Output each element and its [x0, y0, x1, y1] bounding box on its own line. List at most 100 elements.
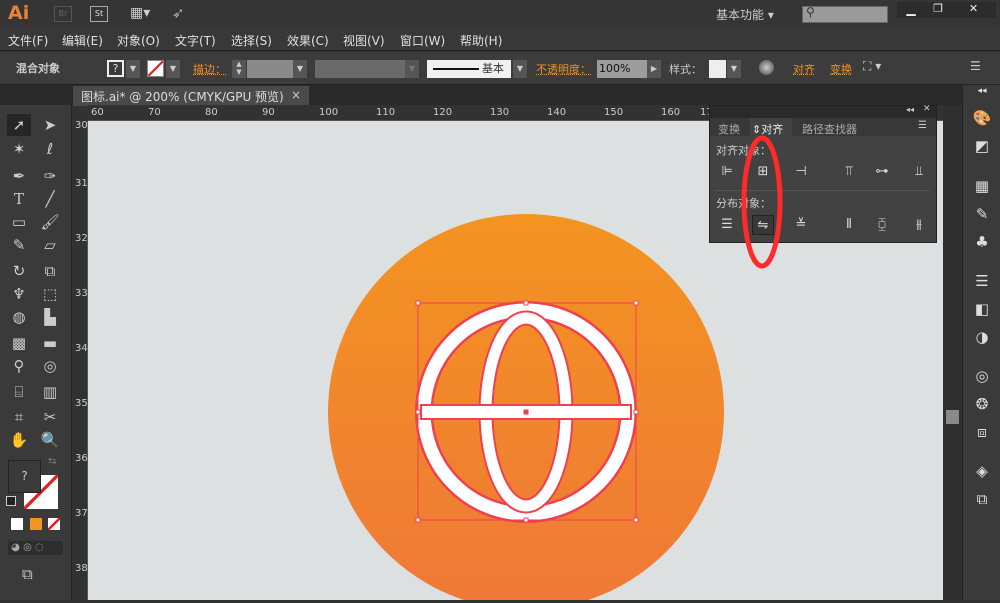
menu-help[interactable]: 帮助(H) — [460, 32, 502, 49]
menu-view[interactable]: 视图(V) — [343, 32, 385, 49]
control-panel-menu-icon[interactable]: ☰ — [970, 59, 981, 73]
direct-selection-tool-icon[interactable]: ➤ — [38, 114, 62, 136]
layers-panel-icon[interactable]: ◈ — [971, 462, 993, 482]
gradient-tool-icon[interactable]: ▬ — [38, 332, 62, 354]
gpu-rocket-icon[interactable]: ➶ — [172, 4, 185, 22]
selection-tool-icon[interactable]: ➚ — [7, 114, 31, 136]
stroke-label[interactable]: 描边： — [193, 61, 226, 77]
gradient-mode-button[interactable] — [30, 518, 42, 530]
magic-wand-tool-icon[interactable]: ✶ — [7, 138, 31, 160]
horizontal-distribute-right-icon[interactable]: ⫵ — [908, 215, 930, 235]
hand-tool-icon[interactable]: ✋ — [7, 429, 31, 451]
menu-object[interactable]: 对象(O) — [117, 32, 160, 49]
stroke-dropdown[interactable]: ▼ — [166, 60, 180, 78]
transform-link[interactable]: 变换 — [830, 61, 852, 77]
mesh-tool-icon[interactable]: ▩ — [7, 332, 31, 354]
symbols-panel-icon[interactable]: ♣ — [971, 233, 993, 253]
vertical-align-center-icon[interactable]: ⊶ — [871, 162, 893, 182]
color-mode-button[interactable] — [11, 518, 23, 530]
curvature-tool-icon[interactable]: ✑ — [38, 165, 62, 187]
stroke-weight-input[interactable] — [247, 60, 293, 78]
transparency-panel-icon[interactable]: ◑ — [971, 328, 993, 348]
collapse-panel-icon[interactable]: ◂◂ — [906, 105, 914, 114]
search-input[interactable] — [802, 6, 888, 23]
scrollbar-thumb[interactable] — [946, 410, 959, 424]
opacity-input[interactable]: 100% — [597, 60, 647, 78]
menu-effect[interactable]: 效果(C) — [287, 32, 329, 49]
stroke-weight-stepper[interactable]: ▲ ▼ — [232, 60, 246, 78]
stroke-panel-icon[interactable]: ☰ — [971, 272, 993, 292]
stroke-weight-dropdown[interactable]: ▼ — [293, 60, 307, 78]
menu-select[interactable]: 选择(S) — [231, 32, 272, 49]
gradient-panel-icon[interactable]: ◧ — [971, 300, 993, 320]
vertical-ruler[interactable]: 300 310 320 330 340 350 360 370 380 — [72, 121, 94, 600]
rotate-tool-icon[interactable]: ↻ — [7, 260, 31, 282]
slice-tool-icon[interactable]: ✂ — [38, 406, 62, 428]
graphic-style-swatch[interactable] — [709, 60, 726, 78]
line-tool-icon[interactable]: ╱ — [38, 188, 62, 210]
bridge-button[interactable]: Br — [54, 6, 72, 22]
swatches-panel-icon[interactable]: ▦ — [971, 177, 993, 197]
horizontal-distribute-left-icon[interactable]: ⫴ — [838, 215, 860, 235]
vertical-align-bottom-icon[interactable]: ⫫ — [908, 162, 930, 182]
perspective-grid-tool-icon[interactable]: ▙ — [38, 306, 62, 328]
close-panel-icon[interactable]: ✕ — [923, 104, 931, 114]
blob-brush-tool-icon[interactable]: ✎ — [7, 234, 31, 256]
appearance-panel-icon[interactable]: ◎ — [971, 367, 993, 387]
variable-width-dropdown[interactable]: ▼ — [405, 60, 419, 78]
fill-dropdown[interactable]: ▼ — [126, 60, 140, 78]
swap-fill-stroke-icon[interactable]: ⇆ — [48, 456, 56, 467]
default-colors-icon[interactable] — [6, 496, 16, 506]
free-transform-tool-icon[interactable]: ⬚ — [38, 283, 62, 305]
close-window-button[interactable]: ✕ — [951, 2, 996, 18]
fill-swatch[interactable]: ? — [107, 60, 124, 77]
recolor-artwork-icon[interactable] — [759, 60, 774, 75]
column-graph-tool-icon[interactable]: ▥ — [38, 381, 62, 403]
collapse-dock-icon[interactable]: ◂◂ — [971, 86, 993, 106]
shape-builder-tool-icon[interactable]: ◍ — [7, 306, 31, 328]
menu-window[interactable]: 窗口(W) — [400, 32, 445, 49]
tab-pathfinder[interactable]: 路径查找器 — [802, 121, 857, 137]
zoom-tool-icon[interactable]: 🔍 — [38, 429, 62, 451]
menu-type[interactable]: 文字(T) — [175, 32, 216, 49]
stroke-swatch[interactable] — [147, 60, 164, 77]
vertical-align-top-icon[interactable]: ⫪ — [838, 162, 860, 182]
restore-button[interactable]: ❐ — [925, 2, 951, 18]
menu-file[interactable]: 文件(F) — [8, 32, 48, 49]
menu-edit[interactable]: 编辑(E) — [62, 32, 103, 49]
lasso-tool-icon[interactable]: ℓ — [38, 138, 62, 160]
paintbrush-tool-icon[interactable]: 🖌 — [38, 211, 62, 233]
eraser-tool-icon[interactable]: ▱ — [38, 234, 62, 256]
graphic-styles-icon[interactable]: ❂ — [971, 395, 993, 415]
screen-mode-icon[interactable]: ⧉ — [22, 565, 33, 583]
artboard-tool-icon[interactable]: ⌗ — [7, 406, 31, 428]
variable-width-profile[interactable] — [315, 60, 405, 78]
type-tool-icon[interactable]: T — [7, 188, 31, 210]
isolate-selection-icon[interactable]: ⛶ ▾ — [863, 59, 881, 74]
warp-tool-icon[interactable]: ♆ — [7, 283, 31, 305]
style-dropdown[interactable]: ▼ — [727, 60, 741, 78]
workspace-switcher[interactable]: 基本功能 ▾ — [716, 6, 774, 23]
brush-dropdown[interactable]: ▼ — [513, 60, 527, 78]
minimize-button[interactable]: ▁ — [897, 2, 925, 18]
none-mode-button[interactable] — [48, 518, 60, 530]
document-tab[interactable]: 图标.ai* @ 200% (CMYK/GPU 预览) × — [73, 86, 309, 106]
arrange-documents-icon[interactable]: ▦▾ — [130, 5, 150, 21]
panel-menu-icon[interactable]: ☰ — [918, 120, 927, 131]
rectangle-tool-icon[interactable]: ▭ — [7, 211, 31, 233]
symbol-sprayer-tool-icon[interactable]: ⌸ — [7, 381, 31, 403]
align-link[interactable]: 对齐 — [793, 61, 815, 77]
scale-tool-icon[interactable]: ⧉ — [38, 260, 62, 282]
tab-align[interactable]: ⇕对齐 — [750, 118, 792, 136]
color-guide-icon[interactable]: ◩ — [971, 137, 993, 157]
opacity-slider-button[interactable]: ▶ — [647, 60, 661, 78]
fill-color-box-front[interactable]: ? — [8, 460, 41, 493]
stock-button[interactable]: St — [90, 6, 108, 22]
image-trace-icon[interactable]: ⧈ — [971, 423, 993, 443]
vertical-scrollbar[interactable] — [943, 105, 962, 600]
brushes-panel-icon[interactable]: ✎ — [971, 205, 993, 225]
blend-tool-icon[interactable]: ◎ — [38, 355, 62, 377]
draw-mode-buttons[interactable]: ◕ ◎ ◌ — [8, 541, 63, 555]
close-tab-button[interactable]: × — [291, 88, 301, 102]
opacity-label[interactable]: 不透明度： — [536, 61, 591, 77]
